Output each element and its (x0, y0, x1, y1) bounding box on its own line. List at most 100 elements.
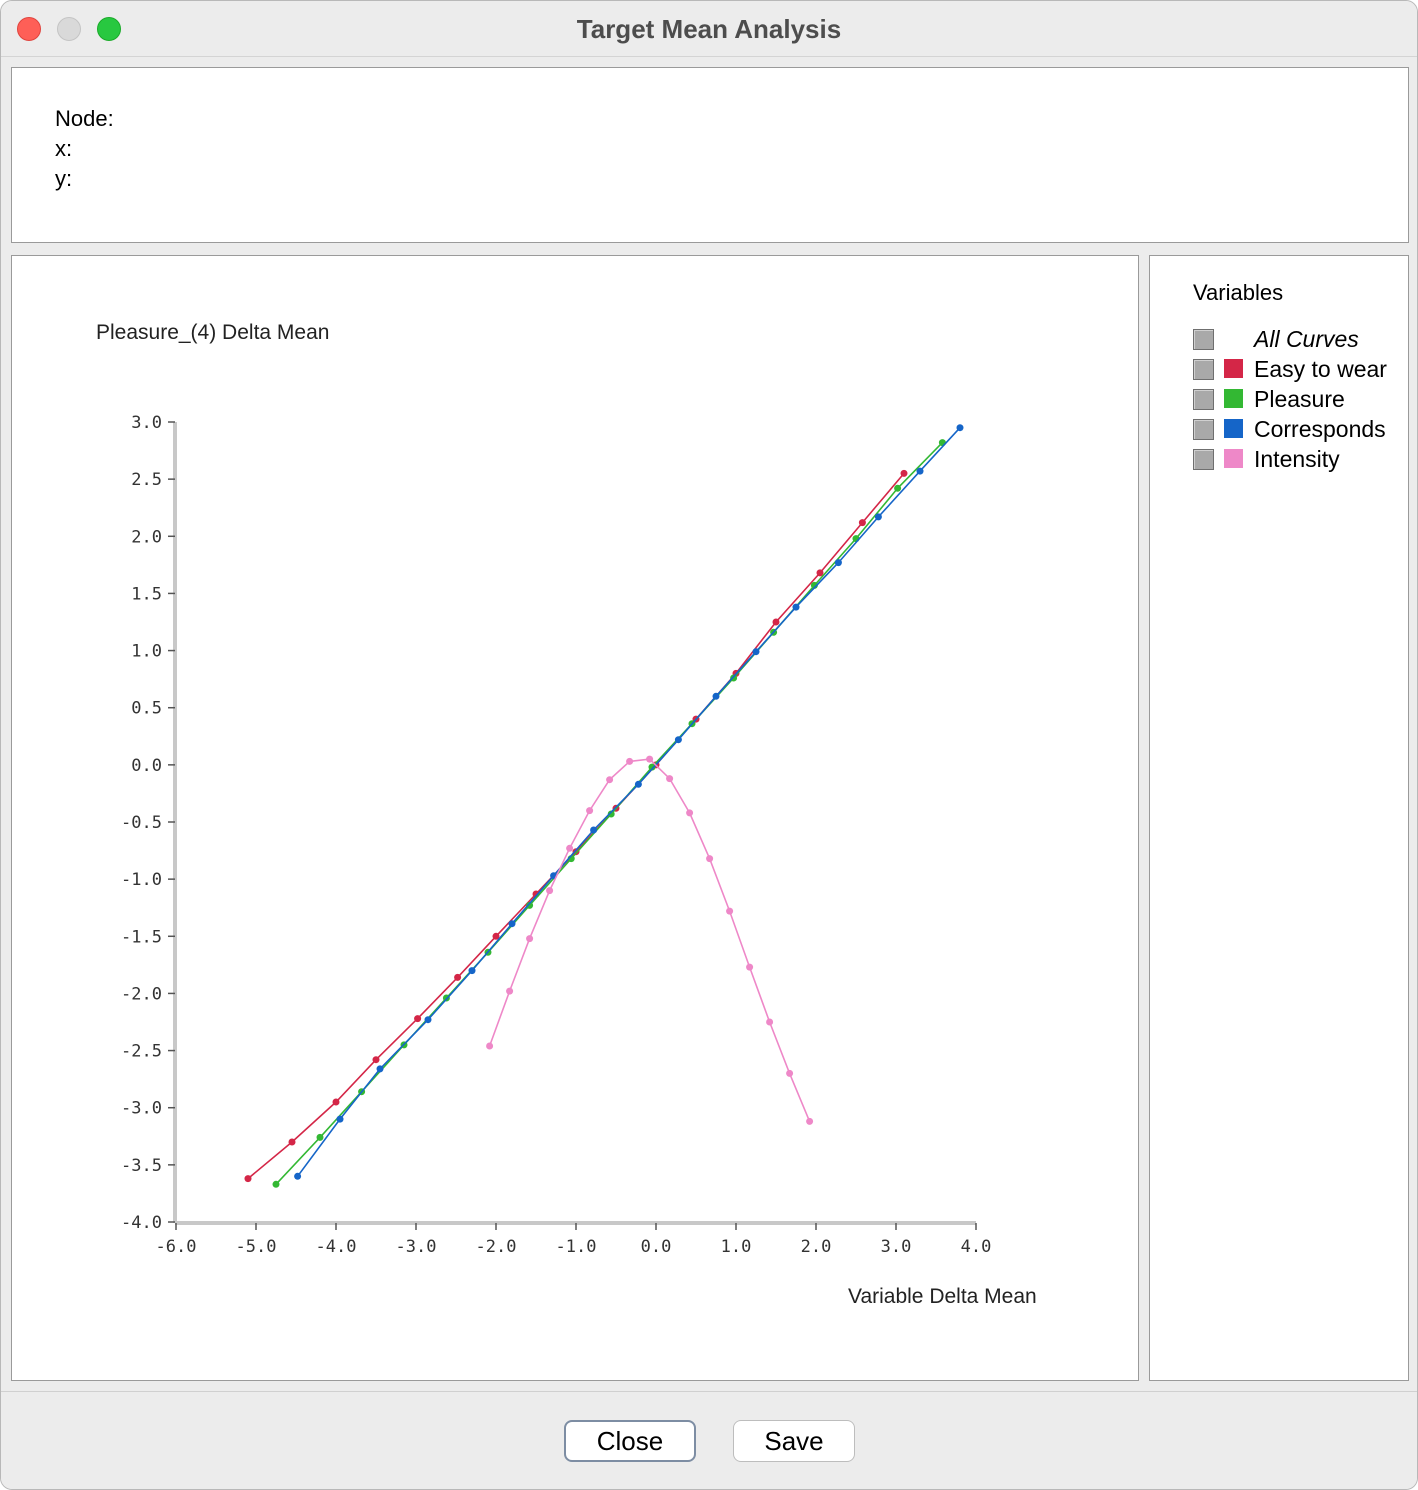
data-point-intensity (646, 755, 654, 763)
x-tick-label: 2.0 (801, 1237, 832, 1257)
series-line-easy-to-wear (247, 472, 905, 1180)
all-curves-checkbox[interactable] (1193, 329, 1214, 350)
data-point-corresponds (834, 559, 842, 567)
data-point-intensity (726, 907, 734, 915)
data-point-intensity (486, 1042, 494, 1050)
corresponds-label: Corresponds (1254, 416, 1386, 442)
data-point-easy-to-wear (454, 973, 462, 981)
y-tick-label: 0.0 (131, 756, 162, 776)
y-tick-label: 2.0 (131, 527, 162, 547)
data-point-corresponds (752, 648, 760, 656)
data-point-corresponds (508, 920, 516, 928)
y-tick-label: -3.5 (121, 1156, 162, 1176)
title-bar: Target Mean Analysis (1, 1, 1417, 57)
button-bar (1, 1391, 1417, 1489)
target-mean-chart[interactable]: Pleasure_(4) Delta Mean Variable Delta M… (12, 256, 1138, 1380)
node-info-panel: Node: x: y: (11, 67, 1409, 243)
corresponds-checkbox[interactable] (1193, 419, 1214, 440)
data-point-corresponds (916, 467, 924, 475)
y-tick-label: -1.0 (121, 870, 162, 890)
intensity-swatch (1224, 449, 1243, 468)
y-tick-label: 0.5 (131, 699, 162, 719)
data-point-corresponds (792, 603, 800, 611)
intensity-label: Intensity (1254, 446, 1340, 472)
y-tick-label: 3.0 (131, 413, 162, 433)
all-curves-label: All Curves (1254, 326, 1359, 352)
y-tick-label: -4.0 (121, 1213, 162, 1233)
easy-to-wear-swatch (1224, 359, 1243, 378)
data-point-corresponds (674, 736, 682, 744)
data-point-intensity (566, 844, 574, 852)
intensity-checkbox[interactable] (1193, 449, 1214, 470)
x-tick-label: -5.0 (236, 1237, 277, 1257)
data-point-pleasure (316, 1133, 324, 1141)
x-tick-label: 1.0 (721, 1237, 752, 1257)
data-point-intensity (766, 1018, 774, 1026)
x-tick-label: -3.0 (396, 1237, 437, 1257)
data-point-easy-to-wear (244, 1175, 252, 1183)
x-tick-label: -2.0 (476, 1237, 517, 1257)
y-tick-label: -2.5 (121, 1042, 162, 1062)
legend-item-pleasure[interactable]: Pleasure (1193, 386, 1403, 412)
data-point-pleasure (272, 1180, 280, 1188)
data-point-corresponds (336, 1115, 344, 1123)
x-label: x: (55, 136, 73, 161)
save-button[interactable]: Save (733, 1420, 855, 1462)
series-line-intensity (488, 758, 811, 1122)
x-tick-label: 0.0 (641, 1237, 672, 1257)
data-point-corresponds (376, 1065, 384, 1073)
y-tick-label: -2.0 (121, 984, 162, 1004)
data-point-easy-to-wear (858, 519, 866, 527)
x-tick-label: 3.0 (881, 1237, 912, 1257)
window-title: Target Mean Analysis (576, 14, 842, 44)
target-mean-analysis-window: Target Mean Analysis Node: x: y: Pleasur… (0, 0, 1418, 1490)
x-axis-label: Variable Delta Mean (848, 1285, 1037, 1308)
series-corresponds (294, 424, 964, 1180)
data-point-corresponds (712, 692, 720, 700)
chart-panel[interactable]: Pleasure_(4) Delta Mean Variable Delta M… (11, 255, 1139, 1381)
corresponds-swatch (1224, 419, 1243, 438)
data-point-easy-to-wear (332, 1098, 340, 1106)
data-point-corresponds (294, 1172, 302, 1180)
data-point-intensity (686, 809, 694, 817)
data-point-intensity (606, 776, 614, 784)
x-tick-label: -4.0 (316, 1237, 357, 1257)
variables-legend-panel: Variables All Curves Easy to wear Pleasu… (1149, 255, 1409, 1381)
data-point-intensity (666, 775, 674, 783)
data-point-intensity (786, 1069, 794, 1077)
data-point-easy-to-wear (414, 1015, 422, 1023)
data-point-intensity (706, 855, 714, 863)
legend-item-intensity[interactable]: Intensity (1193, 446, 1403, 472)
data-point-easy-to-wear (372, 1056, 380, 1064)
data-point-intensity (626, 757, 634, 765)
legend-title: Variables (1193, 280, 1284, 305)
data-point-easy-to-wear (900, 469, 908, 477)
chart-axes: -6.0 -5.0 -4.0 -3.0 -2.0 -1.0 0.0 1.0 2.0 3.0 4.0 3… (121, 413, 991, 1257)
legend-item-all-curves[interactable]: All Curves (1193, 326, 1403, 352)
pleasure-label: Pleasure (1254, 386, 1345, 412)
y-tick-label: -3.0 (121, 1099, 162, 1119)
close-button[interactable]: Close (564, 1420, 696, 1462)
x-tick-label: 4.0 (961, 1237, 992, 1257)
legend-item-easy-to-wear[interactable]: Easy to wear (1193, 356, 1403, 382)
pleasure-checkbox[interactable] (1193, 389, 1214, 410)
data-point-corresponds (468, 967, 476, 975)
legend-item-corresponds[interactable]: Corresponds (1193, 416, 1403, 442)
data-point-pleasure (894, 484, 902, 492)
data-point-corresponds (956, 424, 964, 432)
x-tick-label: -1.0 (556, 1237, 597, 1257)
easy-to-wear-checkbox[interactable] (1193, 359, 1214, 380)
pleasure-swatch (1224, 389, 1243, 408)
data-point-easy-to-wear (772, 618, 780, 626)
data-point-corresponds (634, 780, 642, 788)
node-label: Node: (55, 106, 114, 131)
chart-title: Pleasure_(4) Delta Mean (96, 321, 329, 344)
data-point-intensity (546, 887, 554, 895)
series-line-corresponds (296, 427, 961, 1177)
data-point-corresponds (424, 1016, 432, 1024)
series-intensity (486, 755, 814, 1125)
data-point-intensity (806, 1117, 814, 1125)
y-tick-label: -0.5 (121, 813, 162, 833)
data-point-intensity (506, 987, 514, 995)
y-tick-label: 1.5 (131, 584, 162, 604)
